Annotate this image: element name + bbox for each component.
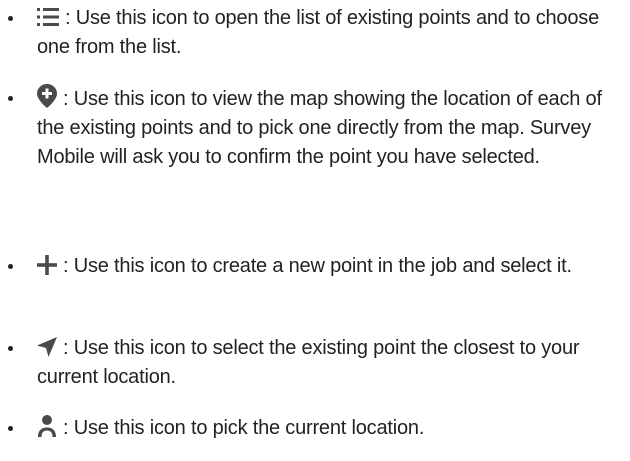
- plus-icon: [37, 255, 57, 275]
- list-item-text: : Use this icon to create a new point in…: [63, 255, 572, 277]
- person-icon: [37, 415, 57, 437]
- list-item-text: : Use this icon to select the existing p…: [37, 337, 580, 388]
- list-icon: [37, 7, 59, 27]
- navigation-arrow-icon: [37, 337, 57, 357]
- list-item-text: : Use this icon to open the list of exis…: [37, 7, 599, 58]
- list-item-text: : Use this icon to view the map showing …: [37, 88, 602, 168]
- bullet: [8, 16, 13, 21]
- icon-description-list: : Use this icon to open the list of exis…: [0, 0, 630, 461]
- map-pin-plus-icon: [37, 84, 57, 108]
- bullet: [8, 264, 13, 269]
- list-item-text: : Use this icon to pick the current loca…: [63, 417, 425, 439]
- bullet: [8, 426, 13, 431]
- bullet: [8, 346, 13, 351]
- bullet: [8, 96, 13, 101]
